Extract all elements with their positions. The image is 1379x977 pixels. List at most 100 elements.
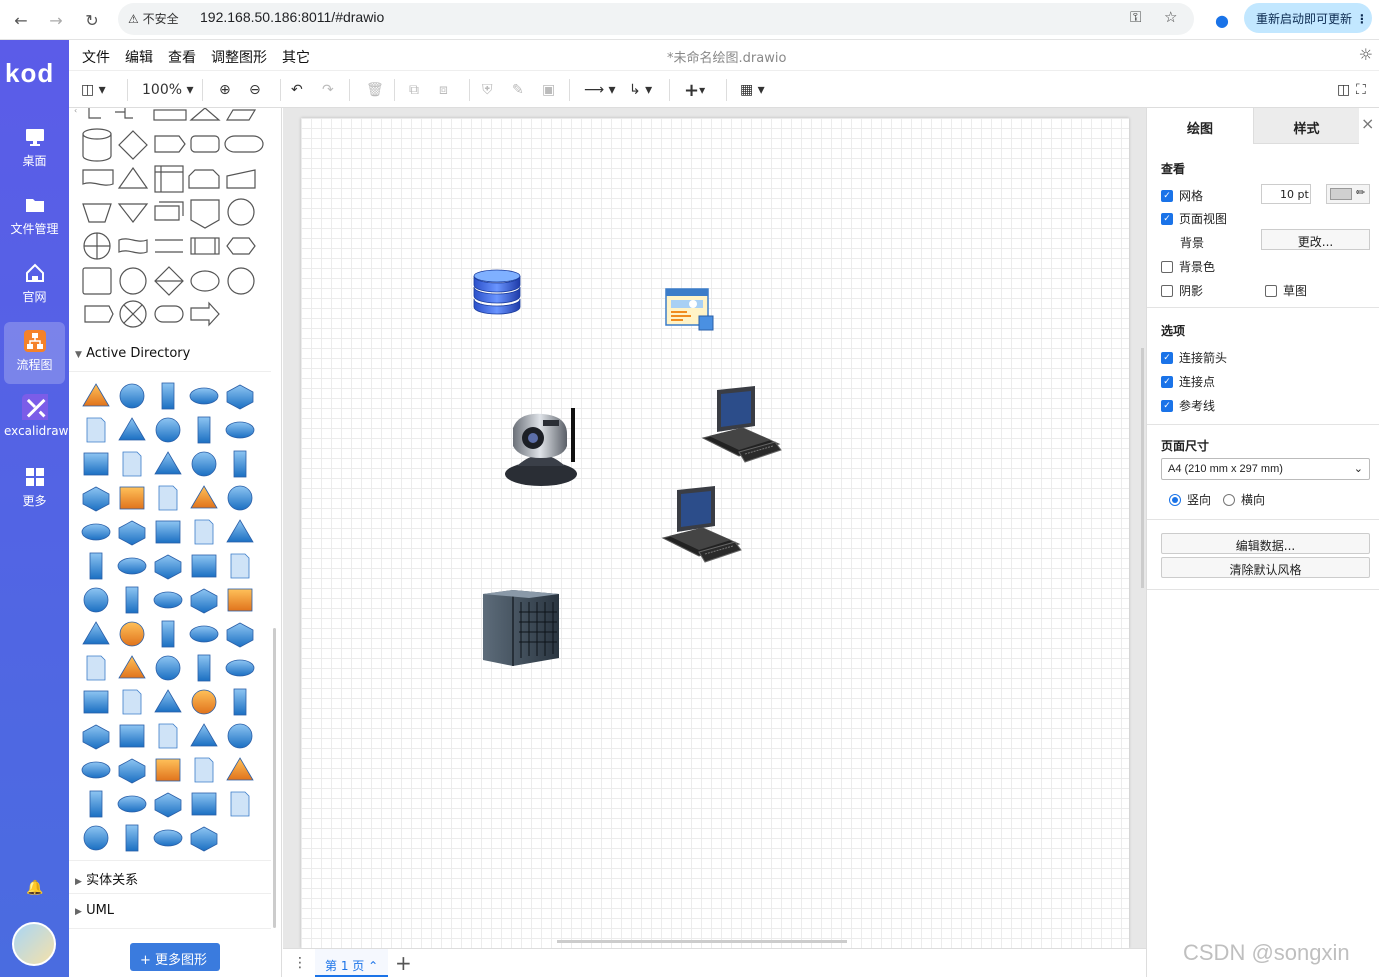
active-directory-shape-icon[interactable] xyxy=(119,724,145,748)
workstation-node[interactable] xyxy=(661,486,743,568)
landscape-radio[interactable]: 横向 xyxy=(1223,491,1265,508)
active-directory-shape-icon[interactable] xyxy=(226,622,254,648)
active-directory-shape-icon[interactable] xyxy=(118,758,146,784)
active-directory-shape-icon[interactable] xyxy=(125,824,139,852)
undo-icon[interactable]: ↶ xyxy=(291,80,303,100)
url-text[interactable]: 192.168.50.186:8011/#drawio xyxy=(200,9,384,25)
zoom-in-icon[interactable]: ⊕ xyxy=(219,80,231,100)
active-directory-shape-icon[interactable] xyxy=(155,520,181,544)
reload-icon[interactable]: ↻ xyxy=(78,6,106,34)
to-back-icon[interactable]: ⧈ xyxy=(439,80,448,100)
theme-toggle-icon[interactable]: ☼ xyxy=(1359,45,1373,64)
insecure-badge[interactable]: ⚠ 不安全 xyxy=(128,10,179,27)
star-icon[interactable]: ☆ xyxy=(1164,8,1177,26)
connection-points-checkbox[interactable]: ✓ 连接点 xyxy=(1161,373,1215,390)
active-directory-shape-icon[interactable] xyxy=(190,723,218,747)
guides-checkbox[interactable]: ✓ 参考线 xyxy=(1161,397,1215,414)
active-directory-shape-icon[interactable] xyxy=(233,450,247,478)
active-directory-shape-icon[interactable] xyxy=(194,757,214,783)
active-directory-shape-icon[interactable] xyxy=(154,554,182,580)
active-directory-shape-icon[interactable] xyxy=(82,486,110,512)
internal-storage-shape[interactable] xyxy=(154,165,184,193)
active-directory-shape-icon[interactable] xyxy=(227,485,253,511)
terminator-shape[interactable] xyxy=(154,305,184,323)
active-directory-shape-icon[interactable] xyxy=(153,829,183,847)
active-directory-shape-icon[interactable] xyxy=(189,387,219,405)
active-directory-shape-icon[interactable] xyxy=(189,625,219,643)
active-directory-shape-icon[interactable] xyxy=(122,689,142,715)
active-directory-shape-icon[interactable] xyxy=(191,554,217,578)
update-button[interactable]: 重新启动即可更新 ⋮ xyxy=(1244,3,1372,33)
menu-arrange[interactable]: 调整图形 xyxy=(211,47,267,67)
active-directory-shape-icon[interactable] xyxy=(89,552,103,580)
active-directory-shape-icon[interactable] xyxy=(230,791,250,817)
manual-input-shape[interactable] xyxy=(226,169,256,189)
active-directory-shape-icon[interactable] xyxy=(118,417,146,441)
server-rack-node[interactable] xyxy=(481,588,563,668)
canvas-vertical-scrollbar[interactable] xyxy=(1141,348,1144,588)
data-shape[interactable] xyxy=(84,305,114,323)
active-directory-shape-icon[interactable] xyxy=(122,451,142,477)
document-shape[interactable] xyxy=(82,169,114,186)
page-tab[interactable]: 第 1 页 ⌃ xyxy=(315,949,389,977)
menu-view[interactable]: 查看 xyxy=(168,47,196,67)
active-directory-shape-icon[interactable] xyxy=(82,383,110,407)
active-directory-shape-icon[interactable] xyxy=(117,795,147,813)
active-directory-shape-icon[interactable] xyxy=(118,655,146,679)
active-directory-shape-icon[interactable] xyxy=(161,620,175,648)
diamond-shape[interactable] xyxy=(118,130,148,160)
active-directory-shape-icon[interactable] xyxy=(83,452,109,476)
active-directory-shape-icon[interactable] xyxy=(194,519,214,545)
card-shape[interactable] xyxy=(188,169,220,189)
partial-shape[interactable] xyxy=(88,108,133,119)
storage-shape[interactable] xyxy=(190,135,220,153)
canvas-horizontal-scrollbar[interactable] xyxy=(557,940,847,943)
ip-camera-node[interactable] xyxy=(503,406,581,488)
triangle-shape[interactable] xyxy=(117,166,149,189)
tab-diagram[interactable]: 绘图 xyxy=(1147,108,1253,144)
multi-document-shape[interactable] xyxy=(154,201,184,221)
edit-data-button[interactable]: 编辑数据... xyxy=(1161,533,1370,554)
grid-size-input[interactable]: 10 pt xyxy=(1261,184,1311,204)
active-directory-shape-icon[interactable] xyxy=(81,761,111,779)
nav-files[interactable]: 文件管理 xyxy=(4,186,65,248)
nav-excalidraw[interactable]: excalidraw xyxy=(4,390,68,452)
active-directory-shape-icon[interactable] xyxy=(158,723,178,749)
web-application-node[interactable] xyxy=(665,288,715,332)
active-directory-shape-icon[interactable] xyxy=(158,485,178,511)
partial-shape[interactable] xyxy=(225,109,257,121)
nav-desktop[interactable]: 桌面 xyxy=(4,118,65,180)
section-entity-relation[interactable]: ▶ 实体关系 xyxy=(69,860,271,894)
shadow-icon[interactable]: ▣ xyxy=(542,80,555,100)
tab-style[interactable]: 样式 xyxy=(1253,108,1359,144)
zoom-out-icon[interactable]: ⊖ xyxy=(249,80,261,100)
sidebar-scrollbar[interactable] xyxy=(273,628,276,928)
clear-default-style-button[interactable]: 清除默认风格 xyxy=(1161,557,1370,578)
active-directory-shape-icon[interactable] xyxy=(82,724,110,750)
active-directory-shape-icon[interactable] xyxy=(230,553,250,579)
active-directory-shape-icon[interactable] xyxy=(154,792,182,818)
circle-shape[interactable] xyxy=(227,267,255,295)
active-directory-shape-icon[interactable] xyxy=(226,384,254,410)
more-shapes-button[interactable]: + 更多图形 xyxy=(130,943,220,971)
sketch-checkbox[interactable]: 草图 xyxy=(1265,282,1307,299)
diagram-canvas[interactable] xyxy=(283,108,1146,948)
to-front-icon[interactable]: ⧉ xyxy=(409,80,419,100)
delay-shape[interactable] xyxy=(154,135,186,153)
add-page-icon[interactable]: + xyxy=(395,951,412,975)
tape-shape[interactable] xyxy=(118,238,148,254)
active-directory-shape-icon[interactable] xyxy=(119,486,145,510)
active-directory-shape-icon[interactable] xyxy=(81,523,111,541)
back-icon[interactable]: ← xyxy=(7,6,35,34)
profile-icon[interactable]: ● xyxy=(1208,6,1236,34)
shadow-checkbox[interactable]: 阴影 xyxy=(1161,282,1203,299)
active-directory-shape-icon[interactable] xyxy=(154,451,182,475)
active-directory-shape-icon[interactable] xyxy=(155,655,181,681)
active-directory-shape-icon[interactable] xyxy=(83,825,109,851)
active-directory-shape-icon[interactable] xyxy=(154,689,182,713)
active-directory-shape-icon[interactable] xyxy=(190,485,218,509)
active-directory-shape-icon[interactable] xyxy=(190,826,218,852)
waypoints-icon[interactable]: ↳ ▾ xyxy=(629,80,652,100)
active-directory-shape-icon[interactable] xyxy=(191,792,217,816)
pages-menu-icon[interactable]: ⋮ xyxy=(293,955,307,971)
